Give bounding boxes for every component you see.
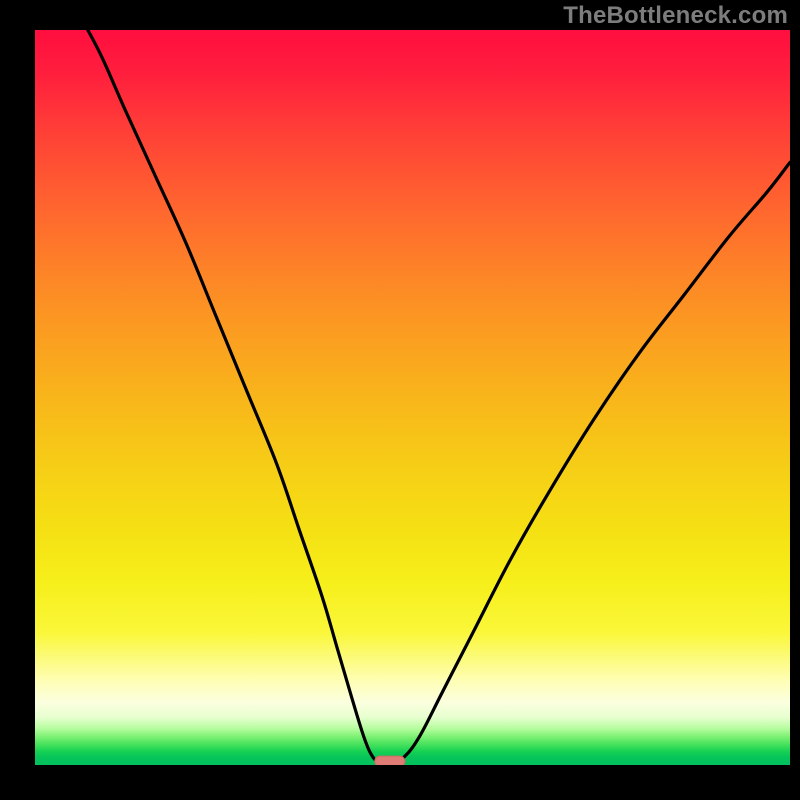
curve-path	[88, 30, 790, 762]
optimum-marker	[375, 756, 405, 765]
watermark-text: TheBottleneck.com	[563, 2, 788, 30]
chart-frame: TheBottleneck.com	[0, 0, 800, 800]
plot-area	[35, 30, 790, 765]
bottleneck-curve	[35, 30, 790, 765]
